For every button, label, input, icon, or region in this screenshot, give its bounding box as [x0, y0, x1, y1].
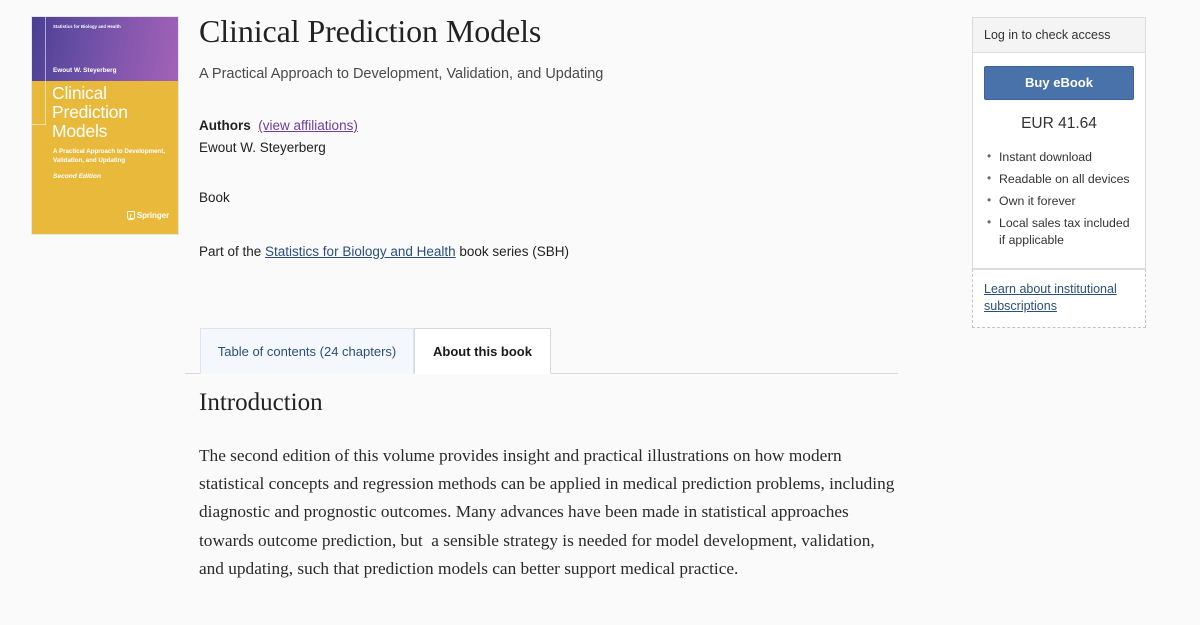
view-affiliations-link[interactable]: (view affiliations) [258, 118, 358, 133]
list-item: Readable on all devices [987, 170, 1134, 188]
cover-subtitle: A Practical Approach to Development, Val… [53, 148, 165, 164]
perks-list: Instant download Readable on all devices… [984, 148, 1134, 249]
page-subtitle: A Practical Approach to Development, Val… [199, 66, 604, 82]
institutional-subscriptions-link[interactable]: Learn about institutional subscriptions [984, 281, 1134, 315]
cover-horizontal-rule [32, 124, 46, 125]
book-cover-image: Statistics for Biology and Health Ewout … [32, 17, 178, 234]
authors-label: Authors [199, 118, 251, 133]
cover-title: Clinical Prediction Models [52, 83, 128, 141]
list-item: Local sales tax included if applicable [987, 214, 1134, 249]
book-detail-page: Statistics for Biology and Health Ewout … [0, 0, 1200, 625]
springer-wordmark: Springer [136, 211, 169, 220]
cover-author: Ewout W. Steyerberg [53, 67, 117, 74]
content-type-label: Book [199, 190, 230, 205]
book-meta: Clinical Prediction Models A Practical A… [199, 12, 899, 259]
book-cover[interactable]: Statistics for Biology and Health Ewout … [32, 17, 178, 234]
authors-row: Authors (view affiliations) [199, 116, 899, 136]
tab-table-of-contents[interactable]: Table of contents (24 chapters) [200, 328, 414, 374]
tab-about-this-book[interactable]: About this book [414, 328, 551, 374]
cover-edition: Second Edition [53, 173, 101, 180]
book-series-row: Part of the Statistics for Biology and H… [199, 244, 899, 259]
institutional-subscriptions-box: Learn about institutional subscriptions [972, 269, 1146, 328]
book-series-link[interactable]: Statistics for Biology and Health [265, 244, 456, 259]
access-panel: Log in to check access Buy eBook EUR 41.… [972, 17, 1146, 328]
section-title-introduction: Introduction [199, 389, 323, 416]
page-title: Clinical Prediction Models [199, 13, 542, 49]
series-suffix: book series (SBH) [455, 244, 569, 259]
price-label: EUR 41.64 [1021, 115, 1097, 132]
cover-series-label: Statistics for Biology and Health [53, 24, 121, 29]
list-item: Own it forever [987, 192, 1134, 210]
springer-logo: Springer [126, 211, 169, 220]
tab-bar: Table of contents (24 chapters) About th… [185, 328, 898, 374]
buy-ebook-button[interactable]: Buy eBook [984, 66, 1134, 100]
introduction-paragraph: The second edition of this volume provid… [199, 446, 899, 578]
login-prompt: Log in to check access [972, 17, 1146, 53]
cover-vertical-rule [45, 17, 46, 125]
about-this-book-panel: Introduction The second edition of this … [199, 388, 899, 583]
purchase-box: Buy eBook EUR 41.64 Instant download Rea… [972, 53, 1146, 269]
author-names: Ewout W. Steyerberg [199, 140, 326, 155]
series-prefix: Part of the [199, 244, 266, 259]
list-item: Instant download [987, 148, 1134, 166]
springer-knight-icon [126, 211, 135, 220]
